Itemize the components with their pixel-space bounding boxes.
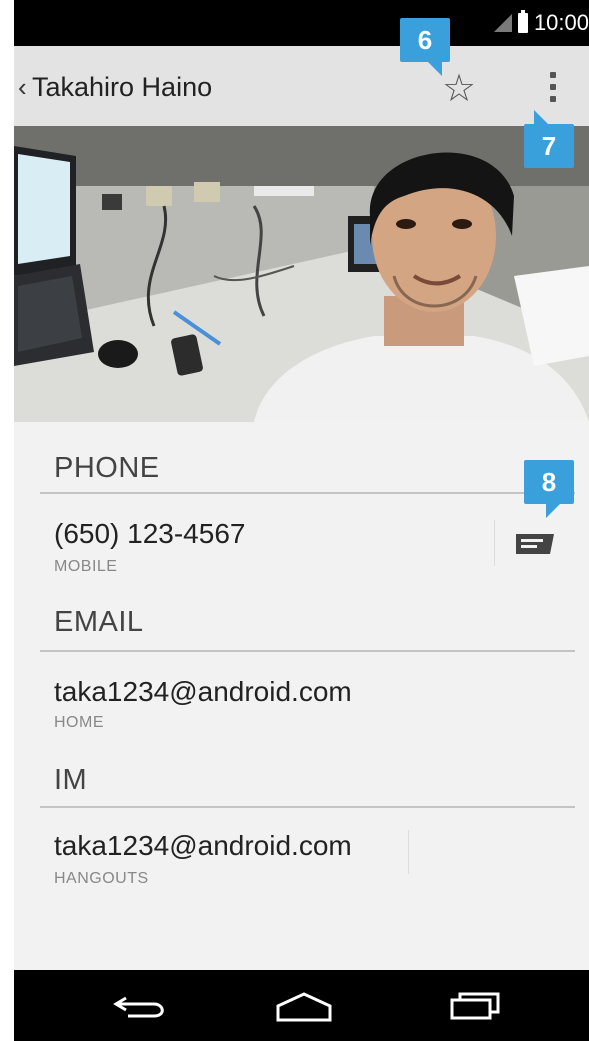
callout-badge-7: 7 [524,110,574,168]
email-type: HOME [54,714,104,731]
vertical-separator [494,520,495,566]
signal-icon [493,14,512,32]
divider [40,806,575,808]
clock: 10:00 [533,10,589,35]
navigation-bar [14,970,589,1041]
action-bar: ‹ Takahiro Haino ☆ [14,46,589,126]
divider [40,650,575,652]
section-header-phone: PHONE [54,452,160,484]
callout-badge-8: 8 [524,460,574,518]
status-icons: 10:00 [493,10,589,36]
back-icon[interactable]: ‹ [18,72,27,103]
callout-number: 6 [417,24,433,55]
im-type: HANGOUTS [54,870,149,887]
status-bar: 10:00 [14,0,589,46]
contact-photo-illustration [14,126,589,422]
phone-type: MOBILE [54,558,118,575]
vertical-separator [408,830,409,874]
back-nav-icon[interactable] [104,986,184,1026]
im-address[interactable]: taka1234@android.com [54,830,352,862]
phone-number[interactable]: (650) 123-4567 [54,518,245,550]
section-header-email: EMAIL [54,606,144,638]
home-nav-icon[interactable] [264,986,344,1026]
battery-icon [517,10,528,33]
star-icon[interactable]: ☆ [442,66,476,111]
recents-nav-icon[interactable] [434,986,514,1026]
contact-photo [14,126,589,422]
overflow-menu-icon[interactable] [550,72,556,108]
callout-number: 7 [541,130,557,161]
email-address[interactable]: taka1234@android.com [54,676,352,708]
message-icon[interactable] [516,532,554,556]
contact-name[interactable]: Takahiro Haino [32,72,212,103]
divider [40,492,575,494]
callout-number: 8 [541,466,557,497]
callout-badge-6: 6 [400,18,450,76]
phone-screen: 10:00 ‹ Takahiro Haino ☆ 6 7 8 PHONE (65… [14,0,589,1041]
section-header-im: IM [54,764,88,796]
